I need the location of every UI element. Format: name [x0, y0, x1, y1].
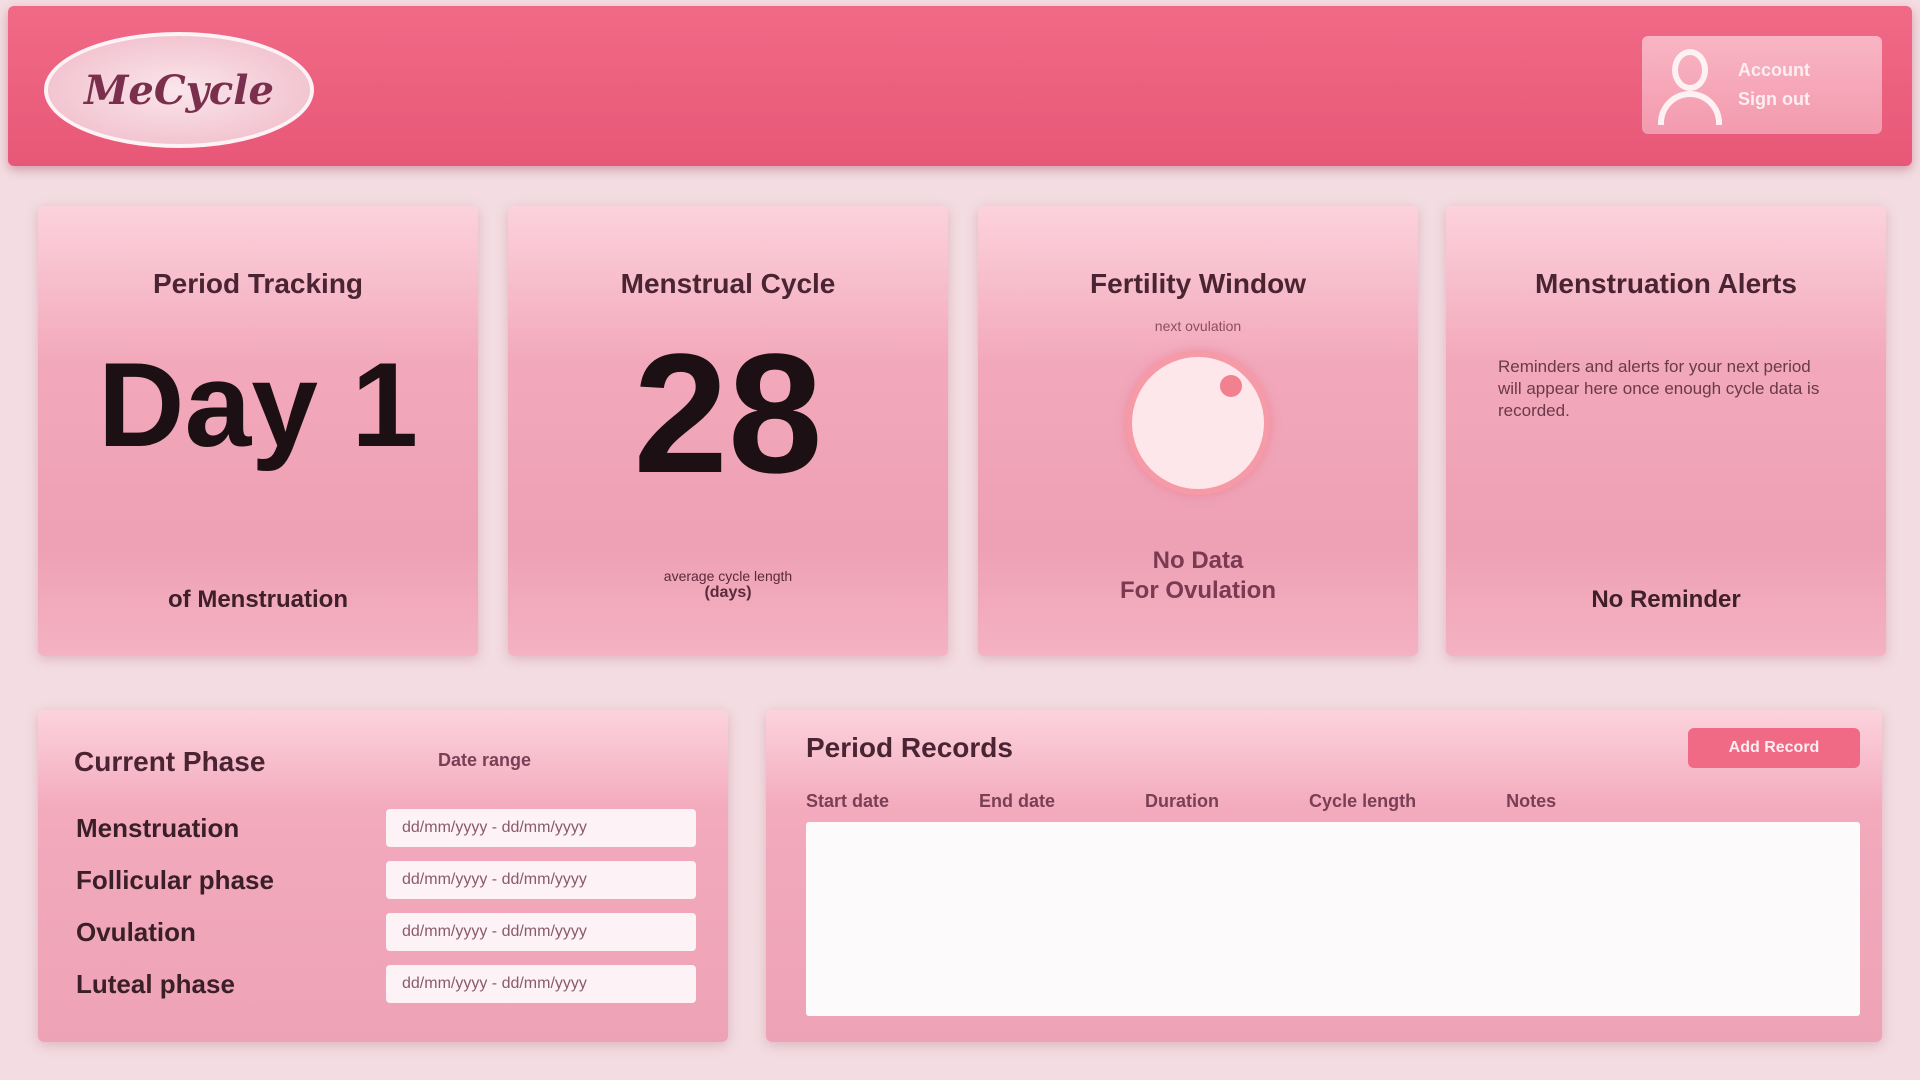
- user-icon: [1654, 47, 1724, 125]
- cycle-length-value: 28: [633, 319, 823, 509]
- range-header: Date range: [438, 750, 532, 770]
- records-table-header: Start date End date Duration Cycle lengt…: [806, 784, 1856, 818]
- phase-range-field[interactable]: dd/mm/yyyy - dd/mm/yyyy: [386, 913, 696, 951]
- column-header[interactable]: Notes: [1506, 791, 1556, 812]
- cycle-note-line1: average cycle length: [663, 568, 793, 584]
- phase-row-menstruation: Menstruation dd/mm/yyyy - dd/mm/yyyy: [76, 808, 726, 848]
- card-title: Period Tracking: [152, 268, 364, 299]
- user-name-label: Account: [1738, 60, 1810, 80]
- card-title: Fertility Window: [1090, 268, 1306, 299]
- column-header[interactable]: Duration: [1145, 791, 1219, 812]
- ovulation-status: No Data For Ovulation: [978, 546, 1418, 606]
- column-header[interactable]: End date: [979, 791, 1055, 812]
- top-header: MeCycle Account Sign out: [8, 6, 1912, 166]
- card-title: Menstruation Alerts: [1535, 268, 1797, 299]
- phase-name: Ovulation: [76, 916, 196, 947]
- phase-row-ovulation: Ovulation dd/mm/yyyy - dd/mm/yyyy: [76, 912, 726, 952]
- cycle-note: average cycle length (days): [508, 568, 948, 602]
- menstrual-cycle-card: Menstrual Cycle 28 average cycle length …: [508, 206, 948, 656]
- phase-row-follicular: Follicular phase dd/mm/yyyy - dd/mm/yyyy: [76, 860, 726, 900]
- phase-name: Menstruation: [76, 812, 240, 843]
- panel-title: Current Phase: [74, 746, 266, 777]
- column-header[interactable]: Cycle length: [1309, 791, 1416, 812]
- ovulation-status-line2: For Ovulation: [1120, 577, 1276, 604]
- fertility-window-card: Fertility Window next ovulation No Data …: [978, 206, 1418, 656]
- phase-name: Follicular phase: [76, 864, 274, 895]
- add-record-button[interactable]: Add Record: [1688, 728, 1860, 768]
- column-header[interactable]: Start date: [806, 791, 889, 812]
- card-subtitle: next ovulation: [1154, 318, 1242, 334]
- card-footer: No Reminder: [1591, 586, 1741, 613]
- phase-range-field[interactable]: dd/mm/yyyy - dd/mm/yyyy: [386, 965, 696, 1003]
- records-table-body: [806, 822, 1860, 1016]
- panel-title: Period Records: [806, 732, 1013, 763]
- card-footer: of Menstruation: [168, 586, 348, 613]
- sign-out-label[interactable]: Sign out: [1738, 89, 1810, 110]
- card-title: Menstrual Cycle: [620, 268, 836, 299]
- phase-name: Luteal phase: [76, 968, 235, 999]
- period-tracking-card: Period Tracking Day 1 of Menstruation: [38, 206, 478, 656]
- ovulation-clock-icon: [1126, 351, 1270, 495]
- logo-text: MeCycle: [84, 66, 274, 114]
- period-records-panel: Period Records Add Record Start date End…: [766, 710, 1882, 1042]
- phase-range-field[interactable]: dd/mm/yyyy - dd/mm/yyyy: [386, 809, 696, 847]
- alert-message: Reminders and alerts for your next perio…: [1498, 357, 1820, 420]
- ovulation-status-line1: No Data: [1152, 547, 1244, 574]
- phase-range-field[interactable]: dd/mm/yyyy - dd/mm/yyyy: [386, 861, 696, 899]
- current-phase-panel: Current Phase Date range Menstruation dd…: [38, 710, 728, 1042]
- phase-row-luteal: Luteal phase dd/mm/yyyy - dd/mm/yyyy: [76, 964, 726, 1004]
- menstruation-alerts-card: Menstruation Alerts Reminders and alerts…: [1446, 206, 1886, 656]
- period-day-value: Day 1: [97, 338, 419, 472]
- cycle-note-line2: (days): [704, 584, 752, 601]
- user-account-button[interactable]: Account Sign out: [1642, 36, 1882, 134]
- app-logo[interactable]: MeCycle: [44, 32, 314, 148]
